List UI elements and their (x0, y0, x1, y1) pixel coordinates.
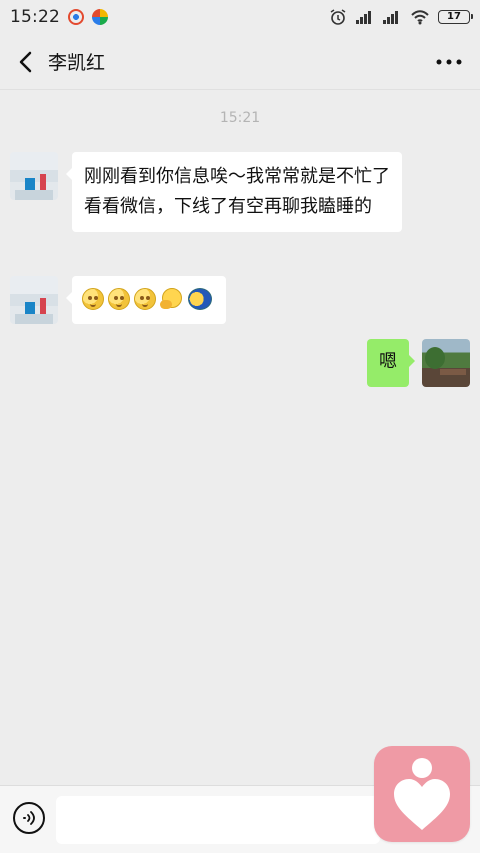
my-avatar[interactable] (422, 339, 470, 387)
status-time: 15:22 (10, 7, 60, 27)
signal-icon-secondary (383, 11, 398, 24)
signal-icon (356, 11, 371, 24)
smile-emoji-2 (108, 288, 130, 310)
battery-icon: 17 (438, 10, 473, 24)
wifi-icon (411, 10, 429, 25)
status-bar: 15:22 17 (0, 0, 480, 34)
app-icon-2 (92, 9, 108, 25)
status-bar-right: 17 (328, 8, 473, 26)
incoming-message-text: 刚刚看到你信息唉～我常常就是不忙了看看微信，下线了有空再聊我瞌睡的 (84, 166, 390, 217)
contact-avatar[interactable] (10, 152, 58, 200)
outgoing-message-text: 嗯 (379, 351, 397, 372)
message-timestamp: 15:21 (219, 110, 261, 126)
heart-dot (412, 758, 432, 778)
smile-emoji-1 (82, 288, 104, 310)
message-input[interactable] (56, 796, 380, 844)
heart-icon (394, 779, 450, 830)
moon-emoji (188, 288, 212, 310)
app-icon-1 (68, 9, 84, 25)
chat-title: 李凯红 (48, 52, 106, 74)
incoming-message-bubble[interactable]: 刚刚看到你信息唉～我常常就是不忙了看看微信，下线了有空再聊我瞌睡的 (66, 152, 402, 232)
back-icon[interactable] (8, 44, 44, 80)
hug-emoji (160, 288, 184, 310)
alarm-icon (330, 9, 346, 25)
voice-icon[interactable] (13, 802, 45, 834)
smile-emoji-3 (134, 288, 156, 310)
emoji-row (82, 288, 216, 310)
more-icon[interactable] (432, 48, 466, 76)
chat-header: 李凯红 (0, 34, 480, 90)
outgoing-message-bubble[interactable]: 嗯 (367, 339, 415, 387)
message-list[interactable]: 15:21 刚刚看到你信息唉～我常常就是不忙了看看微信，下线了有空再聊我瞌睡的 … (0, 91, 480, 785)
contact-avatar-2[interactable] (10, 276, 58, 324)
status-bar-left: 15:22 (10, 7, 108, 27)
incoming-emoji-bubble[interactable] (66, 276, 226, 324)
floating-heart-button[interactable] (374, 746, 470, 842)
